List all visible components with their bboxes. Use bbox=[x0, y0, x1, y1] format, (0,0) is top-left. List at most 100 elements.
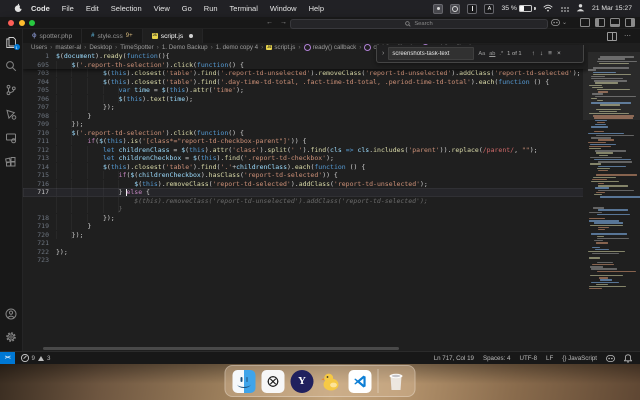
code-line[interactable]: 712 let childrenClass = $(this).attr('cl… bbox=[23, 145, 588, 155]
problems-indicator[interactable]: 9 3 bbox=[21, 354, 50, 362]
apple-menu-icon[interactable] bbox=[8, 3, 25, 14]
window-titlebar[interactable]: ← → Search ⌄ bbox=[0, 17, 640, 29]
tray-app-icon-1[interactable] bbox=[433, 3, 444, 14]
more-actions-icon[interactable]: ⋯ bbox=[624, 32, 631, 40]
statusbar-item[interactable]: UTF-8 bbox=[519, 355, 537, 362]
horizontal-scrollbar[interactable] bbox=[43, 347, 399, 350]
menu-item-code[interactable]: Code bbox=[25, 4, 56, 13]
tray-app-icon-2[interactable] bbox=[450, 3, 461, 14]
breadcrumb-item[interactable]: 1. demo copy 4 bbox=[216, 44, 258, 51]
toggle-panel-icon[interactable] bbox=[610, 18, 620, 27]
code-line[interactable]: 716 $(this).removeClass('report-td-selec… bbox=[23, 179, 588, 189]
breadcrumb-item[interactable]: 1. Demo Backup bbox=[162, 44, 208, 51]
statusbar-item[interactable]: Ln 717, Col 19 bbox=[434, 355, 474, 362]
search-icon[interactable] bbox=[5, 59, 18, 72]
trash-dock-icon[interactable] bbox=[385, 370, 408, 393]
previous-match-icon[interactable]: ↑ bbox=[532, 50, 535, 57]
code-line[interactable]: 710 $('.report-td-selection').click(func… bbox=[23, 128, 588, 138]
ghost-suggestion-line[interactable]: } bbox=[23, 205, 588, 214]
match-case-icon[interactable]: Aa bbox=[478, 51, 485, 57]
settings-gear-icon[interactable] bbox=[5, 330, 18, 343]
code-line[interactable]: 717 } else { bbox=[23, 188, 588, 197]
unsaved-changes-dot[interactable] bbox=[189, 34, 194, 38]
toggle-replace-icon[interactable]: › bbox=[382, 50, 384, 57]
code-line[interactable]: 711 if($(this).is('[class*="report-td-ch… bbox=[23, 137, 588, 146]
breadcrumb-item[interactable]: master-al bbox=[55, 44, 81, 51]
tab-spotter.php[interactable]: ϕ spotter.php bbox=[23, 29, 83, 43]
toggle-sidebar-icon[interactable] bbox=[595, 18, 605, 27]
finder-dock-icon[interactable] bbox=[232, 369, 256, 393]
code-line[interactable]: 721 bbox=[23, 239, 588, 248]
minimap-slider[interactable] bbox=[583, 52, 640, 120]
remote-indicator[interactable]: >< bbox=[0, 352, 15, 364]
close-find-icon[interactable]: × bbox=[557, 50, 561, 57]
menu-item-window[interactable]: Window bbox=[264, 4, 303, 13]
code-editor[interactable]: 1 $(document).ready(function(){695 $('.re… bbox=[23, 52, 640, 351]
code-line[interactable]: 707 }); bbox=[23, 103, 588, 112]
notifications-bell-icon[interactable] bbox=[624, 353, 632, 363]
control-center-icon[interactable] bbox=[559, 5, 569, 12]
breadcrumb-item[interactable]: JS script.js bbox=[266, 44, 295, 51]
code-line[interactable]: 706 $(this).text(time); bbox=[23, 94, 588, 104]
command-center-search[interactable]: Search bbox=[290, 18, 548, 29]
breadcrumb-item[interactable]: Users bbox=[31, 44, 47, 51]
code-line[interactable]: 705 var time = $(this).attr('time'); bbox=[23, 86, 588, 95]
tab-script.js[interactable]: JS script.js bbox=[142, 29, 204, 43]
code-line[interactable]: 713 let childrenCheckbox = $(this).find(… bbox=[23, 154, 588, 163]
split-editor-icon[interactable] bbox=[607, 31, 617, 41]
statusbar-item[interactable]: {} JavaScript bbox=[562, 355, 597, 362]
go-forward-button[interactable]: → bbox=[280, 19, 287, 26]
battery-indicator[interactable]: 35 % bbox=[501, 4, 536, 13]
find-in-selection-icon[interactable]: ≡ bbox=[548, 50, 552, 57]
minimap[interactable] bbox=[583, 52, 640, 351]
menu-item-terminal[interactable]: Terminal bbox=[224, 4, 264, 13]
maximize-window-button[interactable] bbox=[29, 19, 35, 26]
wifi-icon[interactable] bbox=[543, 4, 553, 14]
duck-dock-icon[interactable] bbox=[320, 370, 343, 393]
extensions-icon[interactable] bbox=[5, 155, 18, 168]
vscode-dock-icon[interactable] bbox=[348, 369, 372, 393]
code-line[interactable]: 708 } bbox=[23, 111, 588, 121]
run-and-debug-icon[interactable] bbox=[5, 107, 18, 120]
menu-item-go[interactable]: Go bbox=[176, 4, 198, 13]
user-switcher-icon[interactable] bbox=[576, 3, 585, 14]
code-line[interactable]: 715 if($(childrenCheckbox).hasClass('rep… bbox=[23, 171, 588, 180]
statusbar-item[interactable]: Spaces: 4 bbox=[483, 355, 511, 362]
source-control-icon[interactable] bbox=[5, 83, 18, 96]
breadcrumb-item[interactable]: ready() callback bbox=[303, 44, 356, 51]
breadcrumb-item[interactable]: TimeSpotter bbox=[120, 44, 153, 51]
remote-explorer-icon[interactable] bbox=[5, 131, 18, 144]
chatgpt-dock-icon[interactable] bbox=[261, 369, 285, 393]
code-line[interactable]: 723 bbox=[23, 256, 588, 265]
tray-app-icon-3[interactable] bbox=[467, 3, 478, 14]
browser-y-dock-icon[interactable]: Y bbox=[290, 369, 314, 393]
regex-icon[interactable]: .* bbox=[499, 51, 503, 57]
toggle-secondary-sidebar-icon[interactable] bbox=[625, 18, 635, 27]
menu-item-selection[interactable]: Selection bbox=[105, 4, 148, 13]
close-window-button[interactable] bbox=[8, 19, 14, 26]
statusbar-item[interactable]: LF bbox=[546, 355, 553, 362]
find-input[interactable] bbox=[388, 47, 475, 60]
copilot-menu-button[interactable]: ⌄ bbox=[551, 19, 567, 26]
whole-word-icon[interactable]: ab bbox=[489, 51, 495, 57]
tab-style.css[interactable]: # style.css 9+ bbox=[82, 29, 143, 43]
code-line[interactable]: 718 }); bbox=[23, 213, 588, 223]
code-line[interactable]: 719 } bbox=[23, 222, 588, 231]
menu-item-edit[interactable]: Edit bbox=[80, 4, 105, 13]
go-back-button[interactable]: ← bbox=[266, 19, 273, 26]
code-line[interactable]: 714 $(this).closest('table').find('.'+ch… bbox=[23, 162, 588, 172]
accounts-icon[interactable] bbox=[5, 307, 18, 320]
code-line[interactable]: 720 }); bbox=[23, 230, 588, 240]
customize-layout-icon[interactable] bbox=[580, 18, 590, 27]
code-line[interactable]: 704 $(this).closest('table').find('.day-… bbox=[23, 77, 588, 87]
minimize-window-button[interactable] bbox=[18, 19, 25, 26]
explorer-icon[interactable]: 1 bbox=[5, 35, 20, 50]
copilot-status-icon[interactable] bbox=[606, 354, 615, 362]
breadcrumb-item[interactable]: Desktop bbox=[89, 44, 112, 51]
code-line[interactable]: 709 }); bbox=[23, 120, 588, 129]
code-line[interactable]: 722}); bbox=[23, 248, 588, 257]
menu-item-help[interactable]: Help bbox=[303, 4, 330, 13]
code-line[interactable]: 703 $(this).closest('table').find('.repo… bbox=[23, 69, 588, 78]
menubar-clock[interactable]: 21 Mar 15:27 bbox=[592, 5, 632, 12]
menu-item-view[interactable]: View bbox=[148, 4, 176, 13]
